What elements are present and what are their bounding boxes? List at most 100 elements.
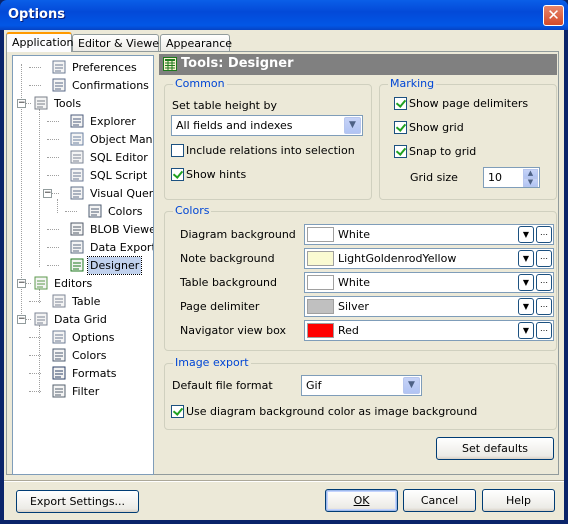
collapse-toggle[interactable]: − — [43, 189, 52, 198]
tree-item-label: Visual Query Builder — [90, 187, 154, 200]
default-format-label: Default file format — [172, 379, 273, 392]
tree-guide-line — [47, 139, 59, 140]
tree-guide-line — [39, 325, 40, 393]
colors-legend: Colors — [173, 204, 212, 217]
data-export-icon — [70, 240, 84, 254]
show-hints-checkbox[interactable] — [171, 168, 184, 181]
ellipsis-icon[interactable]: … — [536, 226, 552, 243]
spin-up-icon[interactable]: ▲ — [523, 169, 538, 178]
designer-icon — [163, 57, 177, 71]
table-background-color-picker[interactable]: White ▼… — [304, 272, 554, 293]
dropdown-arrow-icon[interactable]: ▼ — [518, 226, 534, 243]
blob-viewer-icon — [70, 222, 84, 236]
ellipsis-icon[interactable]: … — [536, 298, 552, 315]
set-defaults-button[interactable]: Set defaults — [436, 437, 554, 460]
note-background-color-picker[interactable]: LightGoldenrodYellow ▼… — [304, 248, 554, 269]
collapse-toggle[interactable]: − — [17, 99, 26, 108]
dropdown-arrow-icon[interactable]: ▼ — [518, 322, 534, 339]
tab-appearance[interactable]: Appearance — [160, 34, 232, 51]
table-background-label: Table background — [180, 276, 278, 289]
close-button[interactable]: ✕ — [543, 5, 564, 26]
tree-guide-line — [29, 337, 41, 338]
export-settings-button[interactable]: Export Settings... — [16, 490, 139, 513]
colors-icon — [88, 204, 102, 218]
set-defaults-label: Set defaults — [462, 442, 528, 455]
table-height-select[interactable]: All fields and indexes ▼ — [171, 115, 363, 136]
tree-guide-line — [57, 199, 58, 213]
color-name: Red — [338, 324, 359, 337]
image-export-group: Image export Default file format Gif ▼ U… — [164, 356, 557, 430]
show-grid-label: Show grid — [409, 121, 464, 134]
help-label: Help — [505, 494, 532, 507]
title-bar[interactable]: Options ✕ — [0, 0, 568, 30]
cancel-label: Cancel — [420, 494, 459, 507]
tree-item-label: Tools — [54, 97, 82, 110]
note-background-label: Note background — [180, 252, 275, 265]
common-legend: Common — [173, 77, 227, 90]
chevron-down-icon[interactable]: ▼ — [344, 117, 361, 134]
tree-item-label: Object Manager — [90, 133, 153, 146]
common-group: Common Set table height by All fields an… — [164, 77, 372, 200]
tree-item-label: Colors — [72, 349, 107, 362]
diagram-background-color-picker[interactable]: White ▼… — [304, 224, 554, 245]
show-page-delimiters-checkbox[interactable] — [394, 97, 407, 110]
tree-item-label: SQL Script — [90, 169, 148, 182]
tools-icon — [34, 96, 48, 110]
page-delimiter-color-picker[interactable]: Silver ▼… — [304, 296, 554, 317]
tree-item-label: Explorer — [90, 115, 136, 128]
cancel-button[interactable]: Cancel — [403, 489, 476, 512]
collapse-toggle[interactable]: − — [17, 279, 26, 288]
help-button[interactable]: Help — [482, 489, 555, 512]
dropdown-arrow-icon[interactable]: ▼ — [518, 274, 534, 291]
designer-icon — [70, 258, 84, 272]
filter-icon — [52, 384, 66, 398]
tree-guide-line — [29, 67, 41, 68]
default-format-select[interactable]: Gif ▼ — [301, 375, 422, 396]
color-swatch — [307, 323, 334, 338]
tree-item-label: Data Grid — [54, 313, 107, 326]
tree-item-label: BLOB Viewer — [90, 223, 154, 236]
preferences-icon — [52, 60, 66, 74]
ellipsis-icon[interactable]: … — [536, 322, 552, 339]
ellipsis-icon[interactable]: … — [536, 250, 552, 267]
data-grid-icon — [34, 312, 48, 326]
ellipsis-icon[interactable]: … — [536, 274, 552, 291]
navigator-view-box-color-picker[interactable]: Red ▼… — [304, 320, 554, 341]
tree-guide-line — [29, 355, 41, 356]
tree-guide-line — [65, 211, 77, 212]
editors-icon — [34, 276, 48, 290]
tab-label: Editor & Viewers — [78, 37, 170, 50]
show-grid-checkbox[interactable] — [394, 121, 407, 134]
dropdown-arrow-icon[interactable]: ▼ — [518, 250, 534, 267]
page-delimiter-label: Page delimiter — [180, 300, 260, 313]
close-icon: ✕ — [547, 6, 560, 24]
tree-item-label: Filter — [72, 385, 100, 398]
include-relations-checkbox[interactable] — [171, 144, 184, 157]
tree-guide-line — [47, 229, 59, 230]
tab-editor-viewers[interactable]: Editor & Viewers — [72, 34, 169, 51]
tree-item-label: SQL Editor — [90, 151, 148, 164]
collapse-toggle[interactable]: − — [17, 315, 26, 324]
snap-to-grid-checkbox[interactable] — [394, 145, 407, 158]
tree-guide-line — [47, 247, 59, 248]
options-tree[interactable]: Preferences Confirmations − Tools Explorer Ob… — [12, 55, 154, 475]
navigator-view-box-label: Navigator view box — [180, 324, 287, 337]
tree-item-label: Formats — [72, 367, 117, 380]
image-export-legend: Image export — [173, 356, 251, 369]
dropdown-arrow-icon[interactable]: ▼ — [518, 298, 534, 315]
ok-button[interactable]: OK — [325, 489, 398, 512]
diagram-background-label: Diagram background — [180, 228, 296, 241]
table-height-label: Set table height by — [172, 99, 277, 112]
tree-item-label: Confirmations — [72, 79, 149, 92]
color-swatch — [307, 275, 334, 290]
tree-guide-line — [47, 157, 59, 158]
tree-guide-line — [29, 301, 41, 302]
grid-size-spinner[interactable]: 10 ▲ ▼ — [483, 167, 540, 188]
object-manager-icon — [70, 132, 84, 146]
spin-down-icon[interactable]: ▼ — [523, 178, 538, 187]
tab-application[interactable]: Application — [6, 32, 73, 52]
tree-item-label: Colors — [108, 205, 143, 218]
chevron-down-icon[interactable]: ▼ — [403, 377, 420, 394]
use-bg-checkbox[interactable] — [171, 405, 184, 418]
tree-item-label: Table — [72, 295, 101, 308]
